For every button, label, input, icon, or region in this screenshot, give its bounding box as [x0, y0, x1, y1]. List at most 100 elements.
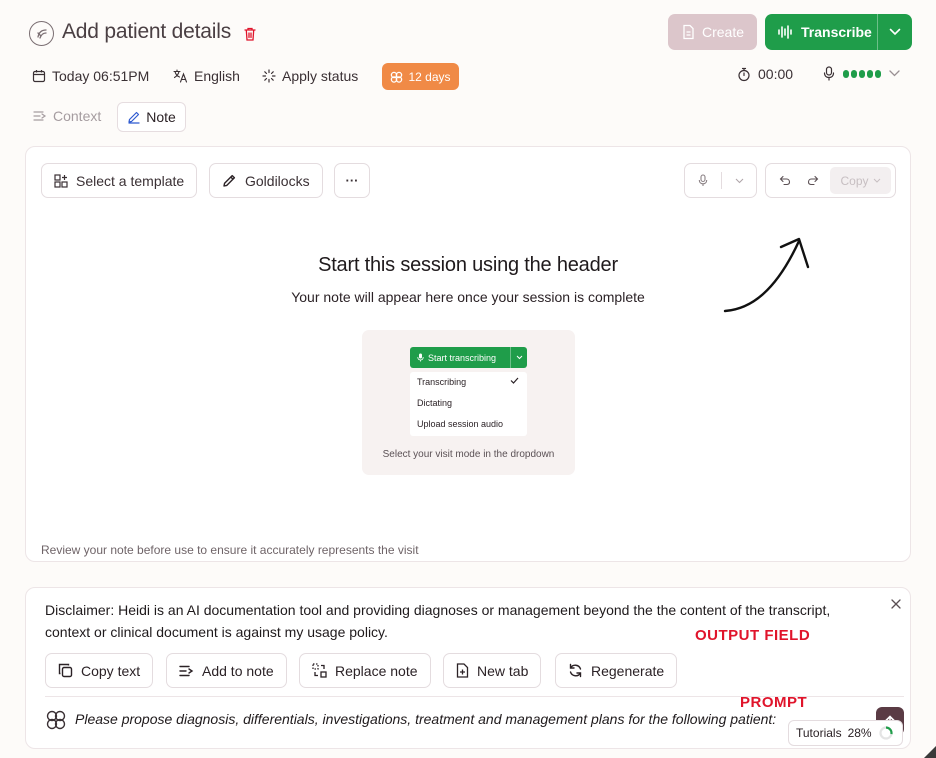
dictate-button[interactable]: [685, 174, 721, 187]
select-template-label: Select a template: [76, 172, 185, 189]
chevron-down-icon: [735, 178, 743, 183]
tutorials-label: Tutorials: [796, 726, 842, 740]
ai-output-panel: Disclaimer: Heidi is an AI documentation…: [25, 587, 911, 749]
add-to-note-button[interactable]: Add to note: [166, 653, 287, 688]
document-icon: [683, 24, 694, 40]
new-tab-label: New tab: [477, 662, 529, 679]
new-tab-button[interactable]: New tab: [443, 653, 542, 688]
transcribe-button[interactable]: Transcribe: [765, 14, 912, 50]
replace-note-label: Replace note: [335, 662, 418, 679]
trial-days-badge[interactable]: 12 days: [382, 63, 459, 90]
tab-context[interactable]: Context: [33, 108, 101, 124]
session-meta-bar: Today 06:51PM English Apply status 12 da…: [0, 62, 936, 92]
language-selector[interactable]: English: [173, 68, 240, 84]
dictation-dropdown-toggle[interactable]: [722, 178, 756, 184]
illustration-caption: Select your visit mode in the dropdown: [382, 449, 555, 460]
session-timer: 00:00: [737, 66, 793, 82]
replace-icon: [312, 663, 327, 678]
more-options-button[interactable]: ···: [334, 163, 370, 198]
calendar-icon: [32, 70, 46, 83]
patient-avatar-icon[interactable]: [29, 21, 54, 46]
microphone-level-selector[interactable]: [823, 66, 900, 81]
tab-note[interactable]: Note: [117, 102, 186, 132]
visit-mode-illustration: Start transcribing Transcribing Dictatin…: [362, 330, 575, 475]
new-document-icon: [456, 663, 469, 678]
microphone-icon: [698, 174, 708, 186]
illustration-option: Transcribing: [417, 377, 467, 387]
copy-note-button[interactable]: Copy: [830, 167, 891, 194]
regenerate-label: Regenerate: [591, 662, 665, 679]
tutorials-percent: 28%: [847, 726, 872, 740]
language-label: English: [194, 68, 240, 84]
apply-status-button[interactable]: Apply status: [262, 68, 358, 84]
regenerate-button[interactable]: Regenerate: [555, 653, 678, 688]
transcribe-label: Transcribe: [801, 24, 872, 40]
chevron-down-icon: [889, 70, 900, 77]
replace-note-button[interactable]: Replace note: [299, 653, 431, 688]
view-tabs: Context Note: [0, 101, 400, 133]
dictation-mic-dropdown[interactable]: [684, 163, 757, 198]
status-loader-icon: [262, 69, 276, 83]
transcribe-dropdown-toggle[interactable]: [878, 14, 912, 50]
review-notice: Review your note before use to ensure it…: [41, 543, 419, 557]
progress-ring-icon: [879, 726, 893, 740]
note-style-button[interactable]: Goldilocks: [209, 163, 323, 198]
copy-icon: [58, 663, 73, 678]
prompt-input[interactable]: Please propose diagnosis, differentials,…: [75, 711, 815, 727]
add-to-note-icon: [179, 665, 194, 676]
divider: [45, 696, 904, 697]
illustration-option: Dictating: [417, 398, 453, 408]
timer-value: 00:00: [758, 66, 794, 82]
chevron-down-icon: [516, 355, 522, 360]
create-label: Create: [701, 24, 745, 40]
session-datetime: Today 06:51PM: [52, 68, 150, 84]
close-icon[interactable]: [889, 597, 903, 611]
undo-button[interactable]: [771, 175, 799, 186]
microphone-icon: [417, 353, 424, 362]
output-field-annotation: OUTPUT FIELD: [695, 627, 811, 644]
microphone-icon: [823, 66, 835, 81]
pencil-icon: [128, 111, 140, 124]
delete-icon[interactable]: [243, 26, 257, 42]
copy-text-label: Copy text: [81, 662, 141, 679]
more-options-icon: ···: [345, 173, 359, 188]
page-header: Add patient details Create Transcribe: [0, 0, 936, 62]
check-icon: [510, 377, 519, 384]
stopwatch-icon: [738, 67, 750, 81]
context-icon: [33, 111, 47, 121]
window-resize-corner[interactable]: [924, 746, 936, 758]
tab-note-label: Note: [146, 109, 176, 125]
template-grid-icon: [54, 173, 68, 188]
mic-level-meter: [843, 69, 881, 78]
chevron-down-icon: [889, 28, 901, 36]
waveform-icon: [778, 25, 792, 39]
illustration-button-label: Start transcribing: [428, 352, 497, 363]
prompt-flower-icon: [46, 710, 66, 730]
refresh-icon: [569, 663, 582, 678]
translate-icon: [173, 69, 188, 83]
days-badge-label: 12 days: [408, 69, 451, 84]
copy-note-label: Copy: [840, 173, 869, 188]
illustration-start-button: Start transcribing: [410, 347, 527, 368]
session-date-picker[interactable]: Today 06:51PM: [32, 68, 149, 84]
chevron-down-icon: [873, 178, 880, 183]
pencil-icon: [223, 174, 236, 187]
status-label: Apply status: [282, 68, 359, 84]
heidi-logo-icon: [391, 71, 403, 83]
tutorials-widget[interactable]: Tutorials 28%: [788, 720, 903, 746]
copy-text-button[interactable]: Copy text: [45, 653, 154, 688]
undo-icon: [779, 175, 791, 186]
add-to-note-label: Add to note: [202, 662, 274, 679]
select-template-button[interactable]: Select a template: [41, 163, 198, 198]
create-button[interactable]: Create: [668, 14, 757, 50]
tab-context-label: Context: [53, 108, 102, 124]
edit-actions-group: Copy: [765, 163, 896, 198]
redo-button[interactable]: [799, 175, 827, 186]
redo-icon: [807, 175, 819, 186]
hand-drawn-arrow-icon: [723, 237, 810, 313]
illustration-option: Upload session audio: [417, 419, 504, 429]
illustration-mode-menu: Transcribing Dictating Upload session au…: [410, 372, 527, 436]
note-panel: Select a template Goldilocks ··· Copy St…: [25, 146, 911, 562]
page-title[interactable]: Add patient details: [62, 20, 231, 44]
note-style-label: Goldilocks: [245, 172, 310, 189]
